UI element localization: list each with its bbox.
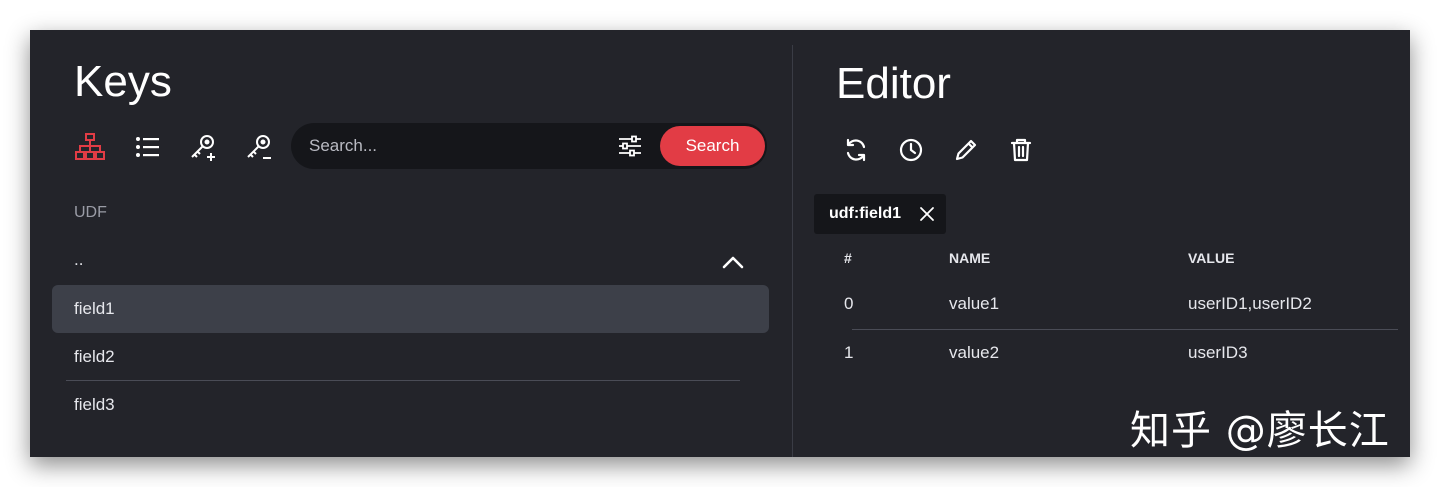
key-remove-icon[interactable] xyxy=(244,131,276,163)
cell-value[interactable]: userID3 xyxy=(1188,343,1248,363)
search-input[interactable] xyxy=(309,123,599,169)
column-header-index: # xyxy=(844,250,852,266)
cell-name[interactable]: value1 xyxy=(949,294,999,314)
watermark: 知乎 @廖长江 xyxy=(1130,408,1390,454)
cell-index: 1 xyxy=(844,343,854,362)
chevron-up-icon[interactable] xyxy=(718,250,748,274)
trash-icon[interactable] xyxy=(1007,136,1035,164)
list-view-icon[interactable] xyxy=(132,131,164,163)
key-list-item[interactable]: field3 xyxy=(52,381,769,429)
editor-panel-title: Editor xyxy=(836,59,951,108)
close-icon[interactable] xyxy=(918,205,936,223)
cell-name[interactable]: value2 xyxy=(949,343,999,363)
search-bar: Search xyxy=(291,123,767,169)
tree-view-icon[interactable] xyxy=(74,131,106,163)
keys-panel-title: Keys xyxy=(74,57,172,106)
search-button[interactable]: Search xyxy=(660,126,765,166)
app-window: Keys Search... Search UDF .. field1 fiel… xyxy=(30,30,1410,457)
key-label: field1 xyxy=(74,299,115,318)
column-header-name: NAME xyxy=(949,250,991,266)
cell-index: 0 xyxy=(844,294,854,313)
pencil-icon[interactable] xyxy=(952,136,980,164)
panel-divider xyxy=(792,45,793,457)
key-tab-label: udf:field1 xyxy=(829,205,901,222)
key-add-icon[interactable] xyxy=(188,131,220,163)
clock-icon[interactable] xyxy=(897,136,925,164)
keys-section-label: UDF xyxy=(74,204,107,221)
key-list-item[interactable]: field1 xyxy=(52,285,769,333)
column-header-value: VALUE xyxy=(1188,250,1235,266)
table-row-divider xyxy=(852,329,1398,330)
cell-value[interactable]: userID1,userID2 xyxy=(1188,294,1312,314)
key-label: field2 xyxy=(74,347,115,366)
refresh-icon[interactable] xyxy=(842,136,870,164)
parent-directory-item[interactable]: .. xyxy=(74,250,764,280)
key-list-item[interactable]: field2 xyxy=(52,333,769,381)
sliders-icon[interactable] xyxy=(617,134,643,158)
key-label: field3 xyxy=(74,395,115,414)
key-tab[interactable]: udf:field1 xyxy=(814,194,946,234)
